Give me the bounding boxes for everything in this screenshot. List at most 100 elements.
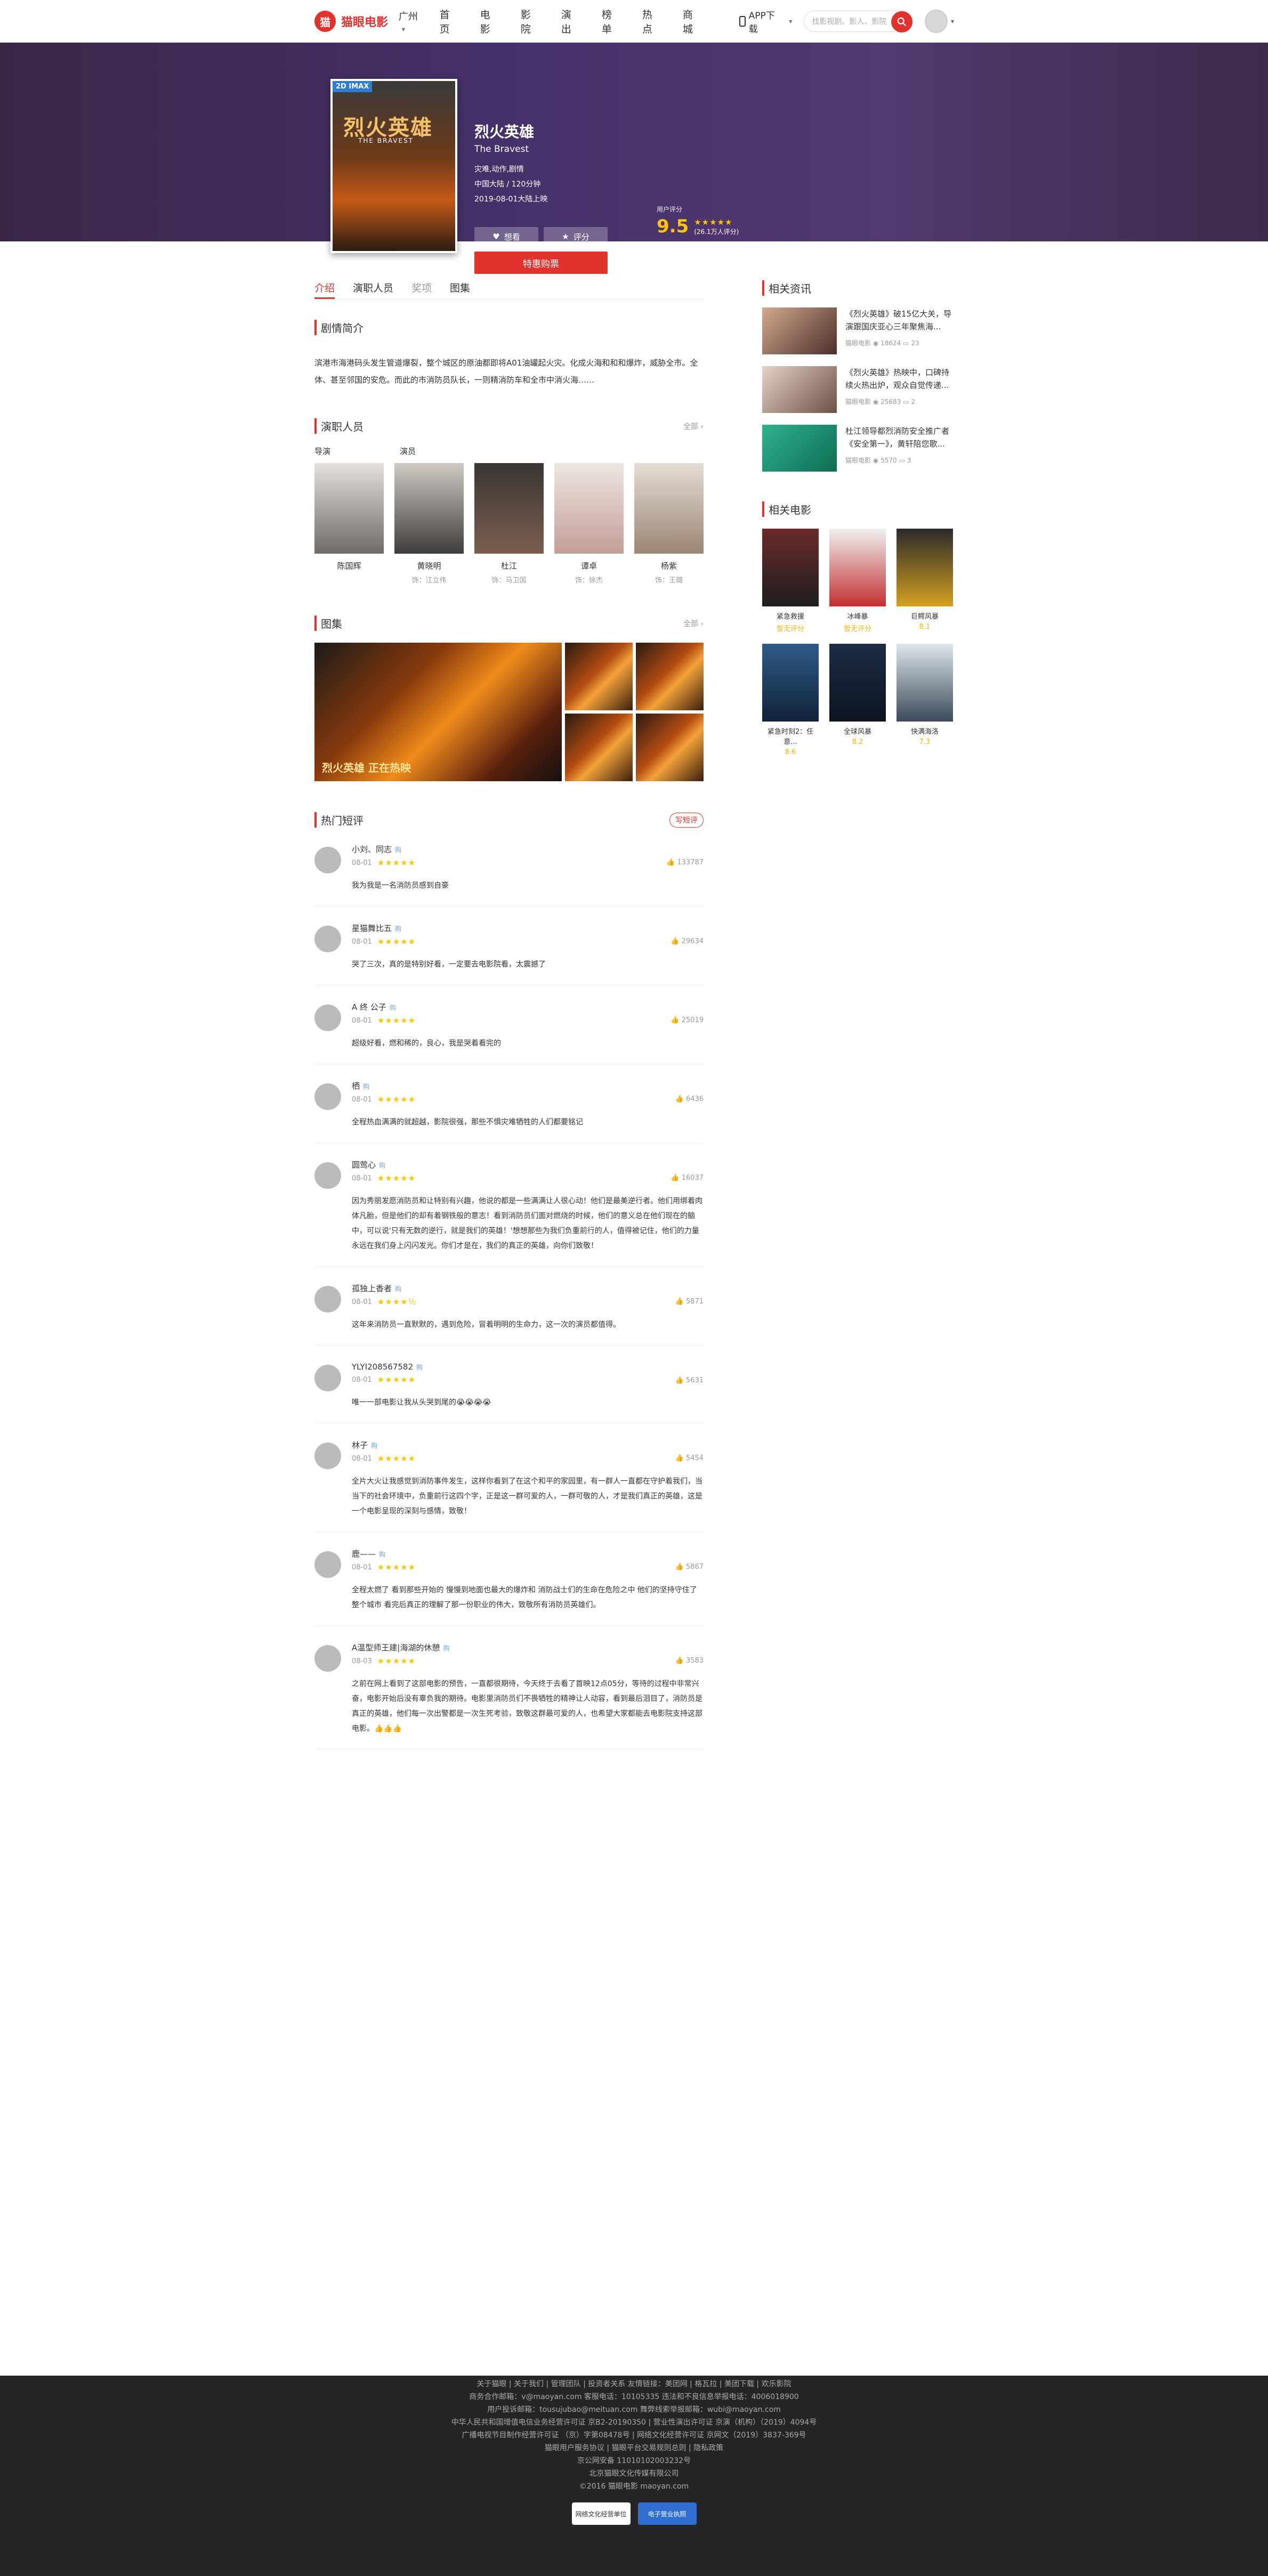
commenter-avatar[interactable] (314, 1162, 341, 1189)
nav-link-mall[interactable]: 商城 (683, 7, 702, 36)
commenter-name[interactable]: A 终 公子 (352, 1002, 386, 1012)
related-movie-name: 巨鳄风暴 (910, 613, 939, 621)
commenter-name[interactable]: 栖 (352, 1081, 360, 1091)
want-label: 想看 (504, 232, 520, 242)
like-button[interactable]: 👍 5871 (675, 1298, 704, 1306)
cast-name: 黄晓明 (417, 561, 441, 571)
want-button[interactable]: ♥ 想看 (474, 227, 538, 246)
footer-line: 中华人民共和国增值电信业务经营许可证 京B2-20190350 | 营业性演出许… (451, 2418, 817, 2427)
commenter-avatar[interactable] (314, 847, 341, 873)
chevron-down-icon[interactable]: ▾ (951, 18, 954, 25)
like-button[interactable]: 👍 3583 (675, 1657, 704, 1665)
like-button[interactable]: 👍 6436 (675, 1095, 704, 1103)
nav-link-movies[interactable]: 电影 (480, 7, 499, 36)
commenter-avatar[interactable] (314, 1005, 341, 1031)
like-button[interactable]: 👍 25019 (671, 1016, 704, 1024)
news-item[interactable]: 杜江领导都烈消防安全推广者《安全第一》，黄轩陪您歌... 猫眼电影 ◉ 5570 … (762, 425, 954, 472)
like-button[interactable]: 👍 5867 (675, 1563, 704, 1571)
gallery-image[interactable] (565, 714, 633, 781)
search-button[interactable] (891, 11, 913, 33)
comment-date: 08-01 (352, 1298, 372, 1306)
nav-link-cinemas[interactable]: 影院 (521, 7, 540, 36)
rate-label: 评分 (573, 232, 589, 242)
nav-link-home[interactable]: 首页 (440, 7, 459, 36)
commenter-avatar[interactable] (314, 1551, 341, 1578)
cast-name: 杜江 (500, 561, 517, 571)
comment-item: YLYI208567582 购 08-01 ★★★★★ 唯一一部电影让我从头哭到尾的😭😭… (314, 1346, 704, 1423)
heart-icon: ♥ (492, 232, 500, 241)
tab-cast[interactable]: 演职人员 (353, 280, 393, 299)
culture-license-badge[interactable]: 网络文化经营单位 (571, 2502, 631, 2525)
related-movie-score: 暂无评分 (776, 625, 804, 633)
commenter-avatar[interactable] (314, 1645, 341, 1672)
related-movie-card[interactable]: 巨鳄风暴 8.1 (897, 529, 953, 633)
like-button[interactable]: 👍 29634 (671, 937, 704, 945)
gallery-caption: 烈火英雄 正在热映 (322, 762, 411, 774)
commenter-name[interactable]: 圆莺心 (352, 1160, 376, 1170)
vip-badge-icon: 购 (395, 1285, 402, 1293)
related-movie-card[interactable]: 快满海洛 7.3 (897, 644, 953, 756)
cast-card[interactable]: 陈国辉 (314, 463, 384, 585)
tab-intro[interactable]: 介绍 (314, 280, 335, 299)
gallery-more-link[interactable]: 全部 › (683, 618, 704, 629)
score-value: 9.5 (657, 216, 689, 237)
comment-stars: ★★★★★ (377, 1375, 416, 1384)
gallery-image[interactable] (565, 643, 633, 710)
commenter-name[interactable]: 小刘、同志 (352, 845, 392, 854)
write-comment-button[interactable]: 写短评 (669, 812, 704, 828)
city-selector[interactable]: 广州 ▾ (399, 9, 424, 34)
nav-link-hot[interactable]: 热点 (642, 7, 661, 36)
footer-links[interactable]: 关于猫眼 | 关于我们 | 管理团队 | 投资者关系 友情链接：美团网 | 格瓦… (0, 2380, 1268, 2388)
commenter-name[interactable]: 孤独上香者 (352, 1284, 392, 1293)
cast-card[interactable]: 黄晓明 饰：江立伟 (394, 463, 464, 585)
tab-awards[interactable]: 奖项 (411, 280, 432, 299)
commenter-name[interactable]: 星猫舞比五 (352, 924, 392, 933)
comment-stars: ★★★★★ (377, 1173, 416, 1183)
news-item[interactable]: 《烈火英雄》热映中，口碑持续火热出炉，观众自觉传递... 猫眼电影 ◉ 25683… (762, 366, 954, 413)
nav-link-shows[interactable]: 演出 (561, 7, 580, 36)
gallery-image-main[interactable]: 烈火英雄 正在热映 (314, 643, 562, 781)
vip-badge-icon: 购 (379, 1551, 386, 1558)
commenter-avatar[interactable] (314, 926, 341, 952)
news-item[interactable]: 《烈火英雄》破15亿大关，导演跟国庆亚心三年聚焦海... 猫眼电影 ◉ 18624… (762, 307, 954, 354)
nav-link-rankings[interactable]: 榜单 (602, 7, 621, 36)
like-button[interactable]: 👍 133787 (666, 858, 704, 866)
cast-card[interactable]: 杜江 饰：马卫国 (474, 463, 544, 585)
cast-card[interactable]: 杨紫 饰：王璐 (634, 463, 704, 585)
gallery-image[interactable] (636, 643, 704, 710)
commenter-name[interactable]: YLYI208567582 (352, 1362, 413, 1372)
related-movie-card[interactable]: 全球风暴 8.2 (829, 644, 886, 756)
tab-gallery[interactable]: 图集 (450, 280, 470, 299)
commenter-avatar[interactable] (314, 1365, 341, 1391)
related-movie-name: 紧急时刻2：任意... (767, 728, 814, 746)
news-comments: 3 (907, 457, 911, 464)
commenter-avatar[interactable] (314, 1286, 341, 1313)
commenter-name[interactable]: 鹿—— (352, 1549, 376, 1559)
main-content: 介绍 演职人员 奖项 图集 剧情简介 滨港市海港码头发生管道爆裂，整个城区的原油… (314, 280, 704, 1749)
user-avatar[interactable] (925, 10, 948, 33)
search-input[interactable]: 找影视剧、影人、影院 (804, 11, 914, 33)
footer-line: 商务合作邮箱：v@maoyan.com 客服电话：10105335 违法和不良信… (469, 2393, 799, 2401)
related-movie-poster (829, 529, 886, 606)
rate-button[interactable]: ★ 评分 (544, 227, 608, 246)
footer-line[interactable]: 猫眼用户服务协议 | 猫眼平台交易规则总则 | 隐私政策 (0, 2444, 1268, 2452)
commenter-name[interactable]: A温型师王建|海湖的休憩 (352, 1643, 440, 1652)
movie-meta: 灾难,动作,剧情 中国大陆 / 120分钟 2019-08-01大陆上映 (474, 162, 608, 207)
like-button[interactable]: 👍 5631 (675, 1376, 704, 1384)
like-button[interactable]: 👍 5454 (675, 1454, 704, 1462)
related-movie-card[interactable]: 紧急救援 暂无评分 (762, 529, 819, 633)
business-license-badge[interactable]: 电子营业执照 (637, 2502, 697, 2525)
site-logo[interactable]: 猫 猫眼电影 (314, 11, 392, 32)
like-button[interactable]: 👍 16037 (671, 1174, 704, 1182)
cast-card[interactable]: 谭卓 饰：徐杰 (554, 463, 624, 585)
cast-photo (634, 463, 704, 554)
commenter-avatar[interactable] (314, 1083, 341, 1110)
commenter-name[interactable]: 林子 (352, 1440, 368, 1450)
cast-more-link[interactable]: 全部 › (683, 421, 704, 432)
buy-ticket-button[interactable]: 特惠购票 (474, 252, 608, 274)
related-movie-card[interactable]: 冰峰暴 暂无评分 (829, 529, 886, 633)
app-download[interactable]: APP下载 ▾ (739, 8, 792, 35)
related-movie-card[interactable]: 紧急时刻2：任意... 8.6 (762, 644, 819, 756)
gallery-image[interactable] (636, 714, 704, 781)
commenter-avatar[interactable] (314, 1443, 341, 1469)
